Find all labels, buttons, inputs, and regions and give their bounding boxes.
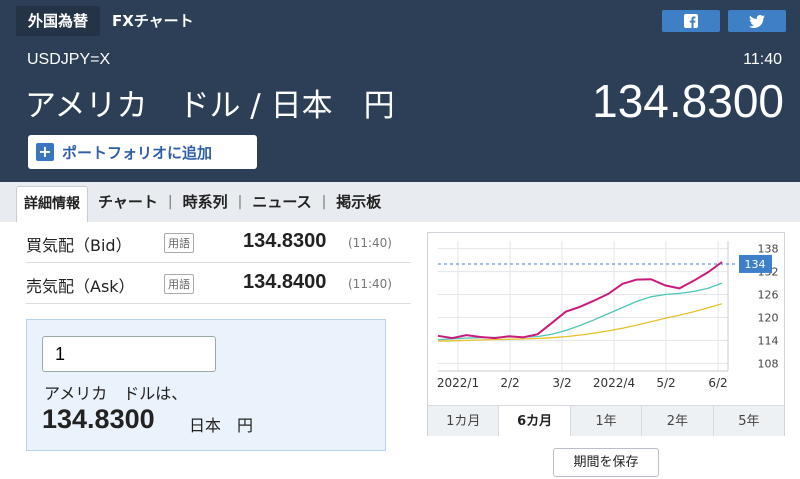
ask-row: 売気配（Ask） 用語 134.8400 (11:40) [26,263,411,304]
x-tick-label: 2022/1 [437,376,479,390]
twitter-icon [749,14,765,28]
add-to-portfolio-label: ポートフォリオに追加 [62,143,213,162]
ticker-symbol: USDJPY=X [27,51,111,68]
period-selector: 1カ月 6カ月 1年 2年 5年 [428,405,784,436]
ask-glossary-link[interactable]: 用語 [164,274,194,294]
tab-chart[interactable]: チャート [88,182,168,222]
facebook-icon [684,14,698,28]
x-tick-label: 2/2 [500,376,519,390]
ask-label: 売気配（Ask） [26,277,135,296]
quote-time: 11:40 [743,51,782,68]
ask-time: (11:40) [348,277,392,291]
converter-result: 134.8300 [42,404,155,434]
period-6-months[interactable]: 6カ月 [499,406,571,436]
price-chart[interactable]: 2022/12/23/22022/45/26/21081141201261321… [427,232,785,436]
currency-converter: アメリカ ドルは、 134.8300 日本 円 [26,319,386,451]
converter-from-text: アメリカ ドルは、 [44,384,188,403]
x-tick-label: 3/2 [552,376,571,390]
currency-pair-name: アメリカ ドル / 日本 円 [25,88,395,124]
tab-details[interactable]: 詳細情報 [16,186,88,222]
y-tick-label: 114 [758,334,779,347]
series-line [437,261,723,340]
plus-icon: + [36,143,54,161]
x-tick-label: 2022/4 [593,376,635,390]
facebook-share-button[interactable] [662,10,720,32]
bid-time: (11:40) [348,236,392,250]
twitter-share-button[interactable] [728,10,786,32]
period-1-year[interactable]: 1年 [571,406,643,436]
bid-label: 買気配（Bid） [26,236,132,255]
save-period-button[interactable]: 期間を保存 [553,448,659,477]
tab-fx-chart[interactable]: FXチャート [100,6,206,36]
x-tick-label: 5/2 [656,376,675,390]
top-nav: 外国為替 FXチャート [16,6,206,36]
tab-message-board[interactable]: 掲示板 [326,182,391,222]
tab-time-series[interactable]: 時系列 [173,182,238,222]
social-buttons [662,10,786,32]
amount-input[interactable] [42,336,216,372]
series-line [437,303,723,342]
tab-forex[interactable]: 外国為替 [16,6,101,36]
y-tick-label: 126 [758,289,779,302]
add-to-portfolio-button[interactable]: + ポートフォリオに追加 [28,135,257,169]
bid-row: 買気配（Bid） 用語 134.8300 (11:40) [26,222,411,263]
bid-glossary-link[interactable]: 用語 [164,233,194,253]
tab-news[interactable]: ニュース [242,182,321,222]
x-tick-label: 6/2 [708,376,727,390]
period-1-month[interactable]: 1カ月 [428,406,500,436]
detail-tabs: 詳細情報 チャート | 時系列 | ニュース | 掲示板 [16,182,800,222]
y-tick-label: 108 [758,357,779,370]
y-tick-label: 138 [758,243,779,256]
chart-svg: 2022/12/23/22022/45/26/21081141201261321… [437,241,779,390]
series-line [437,282,723,341]
converter-to-currency: 日本 円 [189,416,254,435]
period-5-years[interactable]: 5年 [714,406,784,436]
ask-value: 134.8400 [243,271,327,293]
current-price: 134.8300 [592,75,784,127]
bid-value: 134.8300 [243,230,327,252]
y-tick-label: 120 [758,311,779,324]
current-price-label: 134 [745,258,766,271]
period-2-years[interactable]: 2年 [642,406,714,436]
